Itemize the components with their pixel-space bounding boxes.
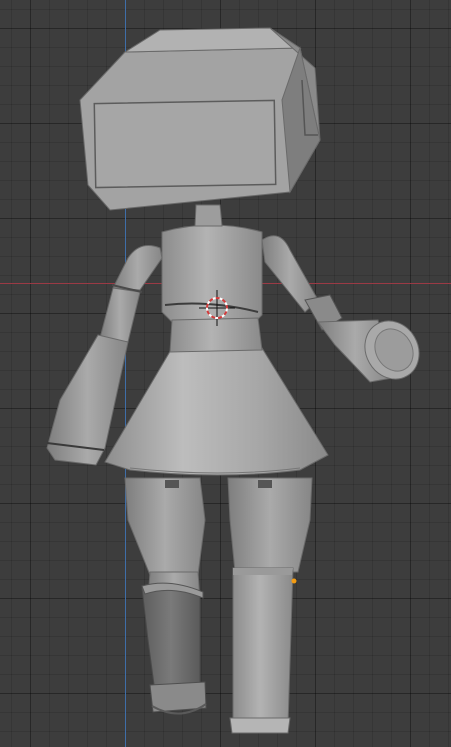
- hip-joint-left: [165, 480, 179, 488]
- skirt[interactable]: [104, 347, 329, 476]
- right-arm[interactable]: [261, 235, 430, 389]
- head-screen: [93, 99, 277, 189]
- left-boot[interactable]: [141, 582, 207, 715]
- object-origin-icon[interactable]: [291, 578, 297, 584]
- left-leg[interactable]: [124, 477, 206, 601]
- torso[interactable]: [161, 224, 263, 353]
- 3d-viewport[interactable]: [0, 0, 451, 747]
- hip-joint-right: [258, 480, 272, 488]
- robot-girl-model[interactable]: [0, 0, 451, 747]
- right-leg[interactable]: [227, 477, 313, 734]
- neck[interactable]: [194, 204, 223, 227]
- head[interactable]: [79, 27, 321, 211]
